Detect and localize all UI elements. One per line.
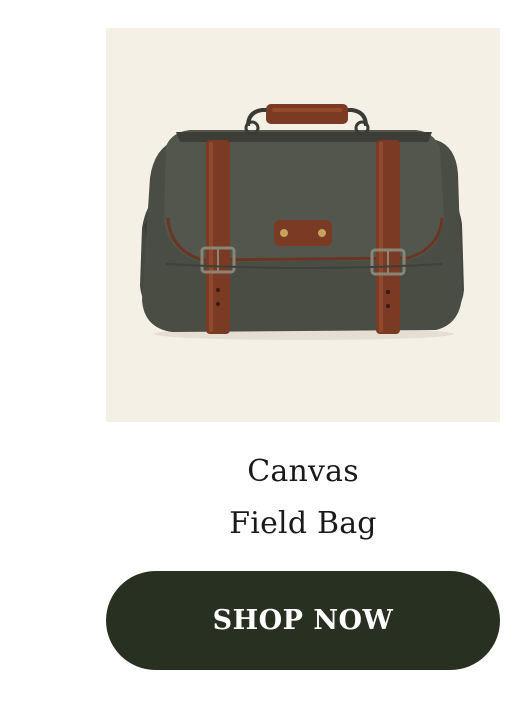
product-title-line-1: Canvas bbox=[247, 454, 359, 489]
shop-now-button[interactable]: SHOP NOW bbox=[106, 571, 500, 670]
canvas-field-bag-image bbox=[140, 104, 464, 340]
product-title[interactable]: Canvas Field Bag bbox=[106, 446, 500, 550]
product-card: Canvas Field Bag SHOP NOW bbox=[0, 0, 526, 720]
product-image[interactable] bbox=[106, 28, 500, 422]
shop-now-label: SHOP NOW bbox=[212, 605, 394, 636]
product-title-line-2: Field Bag bbox=[229, 506, 377, 541]
